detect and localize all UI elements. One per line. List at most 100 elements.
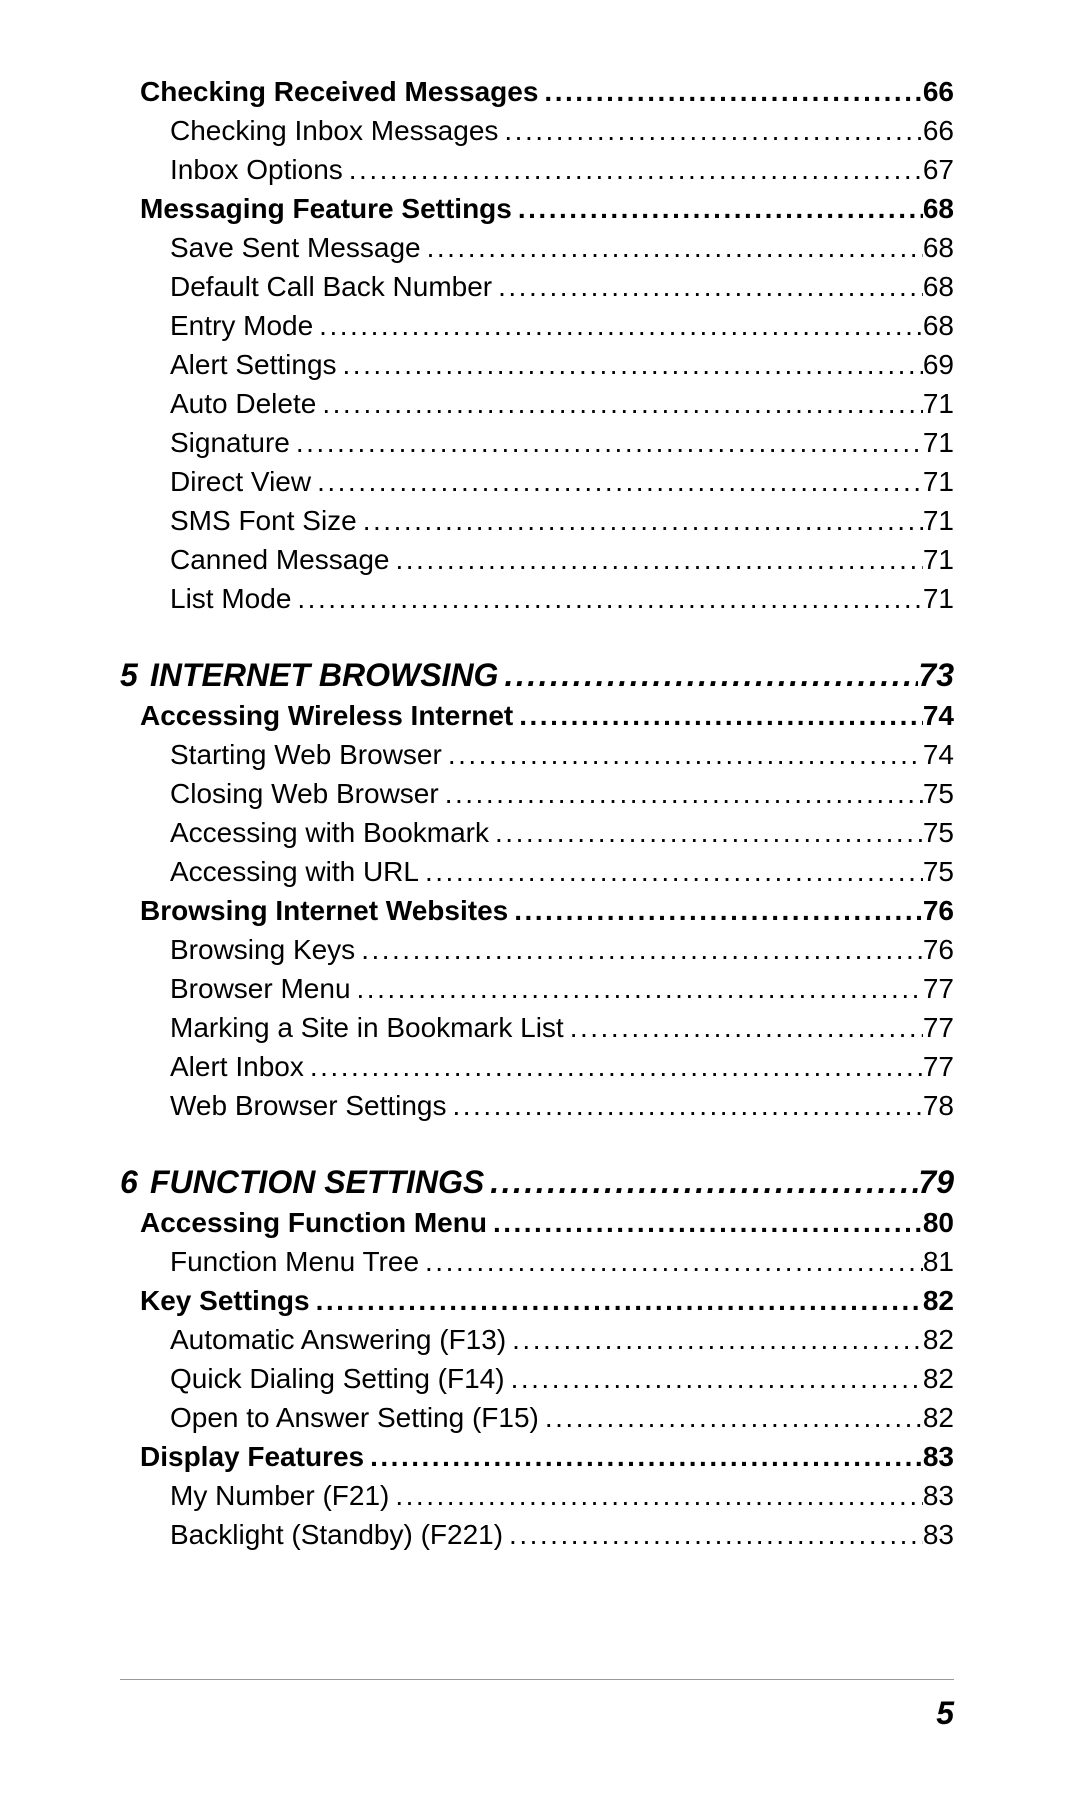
toc-sub-row: Browser Menu ...........................… — [120, 975, 954, 1003]
document-page: Checking Received Messages .............… — [0, 0, 1080, 1800]
toc-chapter-title: FUNCTION SETTINGS — [150, 1164, 484, 1200]
toc-leader: ........................................… — [513, 702, 923, 730]
toc-chapter-number: 6 — [120, 1166, 150, 1198]
toc-leader: ........................................… — [343, 156, 923, 184]
table-of-contents: Checking Received Messages .............… — [120, 78, 954, 1549]
toc-sub-row: SMS Font Size ..........................… — [120, 507, 954, 535]
toc-page-ref: 71 — [923, 429, 954, 457]
toc-page-ref: 75 — [923, 858, 954, 886]
toc-entry-label: List Mode — [170, 585, 291, 613]
toc-page-ref: 71 — [923, 390, 954, 418]
toc-sub-row: Default Call Back Number ...............… — [120, 273, 954, 301]
toc-section-row: Accessing Function Menu ................… — [120, 1209, 954, 1237]
toc-leader: ........................................… — [442, 741, 923, 769]
toc-sub-row: Closing Web Browser ....................… — [120, 780, 954, 808]
toc-page-ref: 77 — [923, 975, 954, 1003]
toc-page-ref: 74 — [923, 702, 954, 730]
toc-section-row: Accessing Wireless Internet ............… — [120, 702, 954, 730]
toc-sub-row: Alert Inbox ............................… — [120, 1053, 954, 1081]
toc-page-ref: 83 — [923, 1482, 954, 1510]
toc-section-row: Checking Received Messages .............… — [120, 78, 954, 106]
toc-sub-row: My Number (F21) ........................… — [120, 1482, 954, 1510]
toc-entry-label: Canned Message — [170, 546, 389, 574]
toc-entry-label: My Number (F21) — [170, 1482, 389, 1510]
toc-entry-label: Browsing Keys — [170, 936, 355, 964]
toc-sub-row: Accessing with Bookmark ................… — [120, 819, 954, 847]
toc-page-ref: 81 — [923, 1248, 954, 1276]
toc-entry-label: Marking a Site in Bookmark List — [170, 1014, 564, 1042]
toc-entry-label: SMS Font Size — [170, 507, 357, 535]
toc-sub-row: List Mode ..............................… — [120, 585, 954, 613]
toc-entry-label: Browsing Internet Websites — [140, 897, 508, 925]
toc-leader: ........................................… — [512, 195, 923, 223]
toc-page-ref: 82 — [923, 1326, 954, 1354]
toc-leader: ........................................… — [389, 546, 922, 574]
toc-sub-row: Checking Inbox Messages ................… — [120, 117, 954, 145]
toc-entry-label: Entry Mode — [170, 312, 313, 340]
toc-entry-label: Auto Delete — [170, 390, 316, 418]
toc-entry-label: Checking Received Messages — [140, 78, 538, 106]
toc-row: 5INTERNET BROWSING .....................… — [120, 659, 954, 691]
toc-page-ref: 68 — [923, 312, 954, 340]
toc-page-ref: 77 — [923, 1014, 954, 1042]
toc-entry-label: Alert Settings — [170, 351, 337, 379]
toc-page-ref: 74 — [923, 741, 954, 769]
toc-leader: ........................................… — [484, 1166, 918, 1198]
toc-chapter-label: 5INTERNET BROWSING — [120, 659, 498, 691]
toc-leader: ........................................… — [351, 975, 923, 1003]
toc-leader: ........................................… — [421, 234, 923, 262]
toc-page-ref: 77 — [923, 1053, 954, 1081]
toc-sub-row: Canned Message .........................… — [120, 546, 954, 574]
toc-sub-row: Function Menu Tree .....................… — [120, 1248, 954, 1276]
toc-entry-label: Accessing Function Menu — [140, 1209, 487, 1237]
toc-entry-label: Key Settings — [140, 1287, 310, 1315]
toc-sub-row: Marking a Site in Bookmark List ........… — [120, 1014, 954, 1042]
toc-sub-row: Backlight (Standby) (F221) .............… — [120, 1521, 954, 1549]
toc-leader: ........................................… — [498, 659, 918, 691]
toc-page-ref: 75 — [923, 780, 954, 808]
toc-chapter-label: 6FUNCTION SETTINGS — [120, 1166, 484, 1198]
toc-leader: ........................................… — [538, 78, 922, 106]
toc-page-ref: 68 — [923, 273, 954, 301]
toc-row: 6FUNCTION SETTINGS .....................… — [120, 1166, 954, 1198]
toc-section-row: Browsing Internet Websites .............… — [120, 897, 954, 925]
toc-leader: ........................................… — [539, 1404, 923, 1432]
toc-leader: ........................................… — [355, 936, 923, 964]
toc-entry-label: Function Menu Tree — [170, 1248, 419, 1276]
toc-leader: ........................................… — [505, 1365, 923, 1393]
toc-entry-label: Closing Web Browser — [170, 780, 439, 808]
toc-entry-label: Messaging Feature Settings — [140, 195, 512, 223]
toc-page-ref: 78 — [923, 1092, 954, 1120]
toc-leader: ........................................… — [439, 780, 923, 808]
toc-entry-label: Checking Inbox Messages — [170, 117, 498, 145]
toc-sub-row: Open to Answer Setting (F15) ...........… — [120, 1404, 954, 1432]
toc-leader: ........................................… — [311, 468, 923, 496]
toc-entry-label: Save Sent Message — [170, 234, 421, 262]
toc-leader: ........................................… — [364, 1443, 923, 1471]
toc-leader: ........................................… — [316, 390, 923, 418]
toc-sub-row: Automatic Answering (F13) ..............… — [120, 1326, 954, 1354]
toc-sub-row: Quick Dialing Setting (F14) ............… — [120, 1365, 954, 1393]
toc-entry-label: Quick Dialing Setting (F14) — [170, 1365, 505, 1393]
toc-page-ref: 73 — [918, 659, 954, 691]
toc-page-ref: 83 — [923, 1521, 954, 1549]
toc-entry-label: Accessing with URL — [170, 858, 419, 886]
toc-entry-label: Accessing with Bookmark — [170, 819, 489, 847]
toc-leader: ........................................… — [489, 819, 923, 847]
toc-page-ref: 69 — [923, 351, 954, 379]
toc-sub-row: Browsing Keys ..........................… — [120, 936, 954, 964]
toc-entry-label: Signature — [170, 429, 290, 457]
toc-sub-row: Entry Mode .............................… — [120, 312, 954, 340]
toc-leader: ........................................… — [492, 273, 923, 301]
toc-leader: ........................................… — [487, 1209, 923, 1237]
toc-entry-label: Default Call Back Number — [170, 273, 492, 301]
toc-leader: ........................................… — [503, 1521, 923, 1549]
toc-page-ref: 71 — [923, 546, 954, 574]
toc-leader: ........................................… — [290, 429, 923, 457]
toc-chapter-number: 5 — [120, 659, 150, 691]
toc-entry-label: Alert Inbox — [170, 1053, 304, 1081]
page-number: 5 — [936, 1695, 954, 1732]
toc-sub-row: Save Sent Message ......................… — [120, 234, 954, 262]
toc-section-row: Messaging Feature Settings .............… — [120, 195, 954, 223]
toc-page-ref: 79 — [918, 1166, 954, 1198]
